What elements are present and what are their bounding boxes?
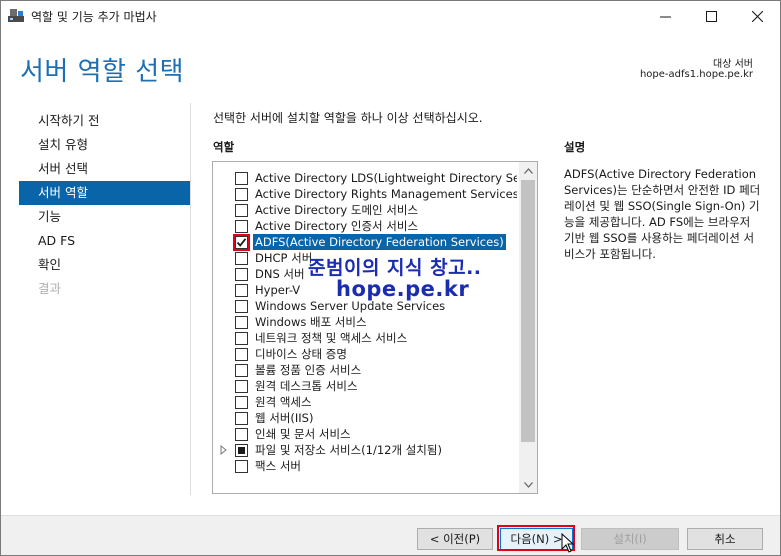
role-item-iis[interactable]: 웹 서버(IIS) (213, 410, 519, 426)
role-item-file-storage[interactable]: 파일 및 저장소 서비스(1/12개 설치됨) (213, 442, 519, 458)
role-checkbox[interactable] (235, 380, 248, 393)
nav-item-ad-fs[interactable]: AD FS (19, 229, 190, 253)
role-checkbox[interactable] (235, 428, 248, 441)
scroll-thumb[interactable] (521, 180, 535, 442)
expand-arrow-icon[interactable] (220, 445, 228, 455)
nav-item-before-you-begin[interactable]: 시작하기 전 (19, 109, 190, 133)
close-icon (751, 10, 763, 22)
target-server-label: 대상 서버 (713, 59, 753, 70)
roles-list: Active Directory LDS(Lightweight Directo… (213, 170, 519, 474)
role-checkbox[interactable] (235, 316, 248, 329)
role-checkbox[interactable] (235, 252, 248, 265)
nav-divider (190, 103, 191, 495)
description-header: 설명 (564, 140, 586, 154)
role-description: ADFS(Active Directory Federation Service… (564, 167, 761, 261)
nav-item-installation-type[interactable]: 설치 유형 (19, 133, 190, 157)
nav-item-features[interactable]: 기능 (19, 205, 190, 229)
minimize-icon (659, 16, 671, 17)
role-label: 웹 서버(IIS) (255, 411, 314, 425)
role-checkbox-partial[interactable] (235, 444, 248, 457)
role-checkbox[interactable] (235, 172, 248, 185)
role-item-wds[interactable]: Windows 배포 서비스 (213, 314, 519, 330)
instruction-text: 선택한 서버에 설치할 역할을 하나 이상 선택하십시오. (213, 111, 483, 125)
role-label: Active Directory 인증서 서비스 (255, 219, 419, 233)
role-checkbox[interactable] (235, 332, 248, 345)
role-label: 인쇄 및 문서 서비스 (255, 427, 351, 441)
title-bar[interactable]: 역할 및 기능 추가 마법사 (1, 1, 780, 31)
role-item-remote-access[interactable]: 원격 액세스 (213, 394, 519, 410)
role-item-fax-server[interactable]: 팩스 서버 (213, 458, 519, 474)
role-checkbox[interactable] (235, 364, 248, 377)
role-label: 디바이스 상태 증명 (255, 347, 347, 361)
chevron-down-icon (523, 481, 533, 488)
page-title: 서버 역할 선택 (20, 57, 185, 87)
window-title: 역할 및 기능 추가 마법사 (31, 10, 157, 24)
role-label: DHCP 서버 (255, 251, 313, 265)
maximize-icon (705, 10, 717, 22)
roles-header: 역할 (213, 140, 235, 154)
nav-item-confirmation[interactable]: 확인 (19, 253, 190, 277)
role-checkbox[interactable] (235, 220, 248, 233)
previous-button[interactable]: < 이전(P) (417, 528, 493, 550)
role-label: Windows 배포 서비스 (255, 315, 367, 329)
server-manager-icon (8, 9, 24, 22)
role-label: Hyper-V (255, 283, 301, 297)
role-label: 원격 데스크톱 서비스 (255, 379, 358, 393)
role-label: 팩스 서버 (255, 459, 301, 473)
nav-item-server-roles[interactable]: 서버 역할 (19, 181, 190, 205)
watermark-text-site: hope.pe.kr (336, 277, 470, 301)
role-item-device-health[interactable]: 디바이스 상태 증명 (213, 346, 519, 362)
target-server-name: hope-adfs1.hope.pe.kr (639, 69, 753, 80)
role-label: ADFS(Active Directory Federation Service… (253, 234, 506, 250)
role-label: DNS 서버 (255, 267, 305, 281)
wizard-steps-nav: 시작하기 전 설치 유형 서버 선택 서버 역할 기능 AD FS 확인 결과 (19, 109, 190, 301)
cancel-button[interactable]: 취소 (687, 528, 763, 550)
role-item-rds[interactable]: 원격 데스크톱 서비스 (213, 378, 519, 394)
nav-item-results: 결과 (38, 281, 62, 296)
role-checkbox[interactable] (235, 284, 248, 297)
role-item-ad-lds[interactable]: Active Directory LDS(Lightweight Directo… (213, 170, 519, 186)
role-label: Active Directory Rights Management Servi… (255, 187, 517, 201)
roles-list-box[interactable]: Active Directory LDS(Lightweight Directo… (212, 161, 538, 494)
scroll-down-button[interactable] (519, 476, 537, 493)
role-checkbox[interactable] (235, 348, 248, 361)
watermark-text-blog-name: 준범이의 지식 창고.. (308, 257, 482, 279)
role-checkbox[interactable] (235, 300, 248, 313)
role-label: 네트워크 정책 및 액세스 서비스 (255, 331, 408, 345)
role-item-adfs[interactable]: ADFS(Active Directory Federation Service… (213, 234, 519, 251)
role-checkbox[interactable] (235, 396, 248, 409)
nav-item-server-selection[interactable]: 서버 선택 (19, 157, 190, 181)
role-checkbox[interactable] (235, 268, 248, 281)
role-label: Active Directory 도메인 서비스 (255, 203, 419, 217)
maximize-button[interactable] (688, 1, 734, 31)
role-checkbox[interactable] (235, 204, 248, 217)
wizard-footer: < 이전(P) 다음(N) > 설치(I) 취소 (1, 515, 780, 555)
install-button: 설치(I) (581, 528, 679, 550)
role-item-volume-activation[interactable]: 볼륨 정품 인증 서비스 (213, 362, 519, 378)
role-label: 원격 액세스 (255, 395, 312, 409)
chevron-up-icon (523, 167, 533, 174)
scroll-up-button[interactable] (519, 162, 537, 179)
role-label: 볼륨 정품 인증 서비스 (255, 363, 362, 377)
role-item-npas[interactable]: 네트워크 정책 및 액세스 서비스 (213, 330, 519, 346)
checkbox-highlight-box (233, 234, 250, 251)
role-item-ad-cs[interactable]: Active Directory 인증서 서비스 (213, 218, 519, 234)
role-label: 파일 및 저장소 서비스(1/12개 설치됨) (255, 443, 442, 457)
roles-scrollbar[interactable] (519, 162, 537, 493)
close-button[interactable] (734, 1, 780, 31)
role-checkbox[interactable] (235, 460, 248, 473)
role-checkbox[interactable] (235, 188, 248, 201)
role-item-print-services[interactable]: 인쇄 및 문서 서비스 (213, 426, 519, 442)
minimize-button[interactable] (642, 1, 688, 31)
role-item-ad-ds[interactable]: Active Directory 도메인 서비스 (213, 202, 519, 218)
role-label: Active Directory LDS(Lightweight Directo… (255, 171, 517, 185)
role-item-ad-rms[interactable]: Active Directory Rights Management Servi… (213, 186, 519, 202)
role-checkbox[interactable] (235, 412, 248, 425)
wizard-window: 역할 및 기능 추가 마법사 서버 역할 선택 대상 서버 hope-adfs1… (0, 0, 781, 556)
mouse-cursor-icon (561, 533, 575, 553)
